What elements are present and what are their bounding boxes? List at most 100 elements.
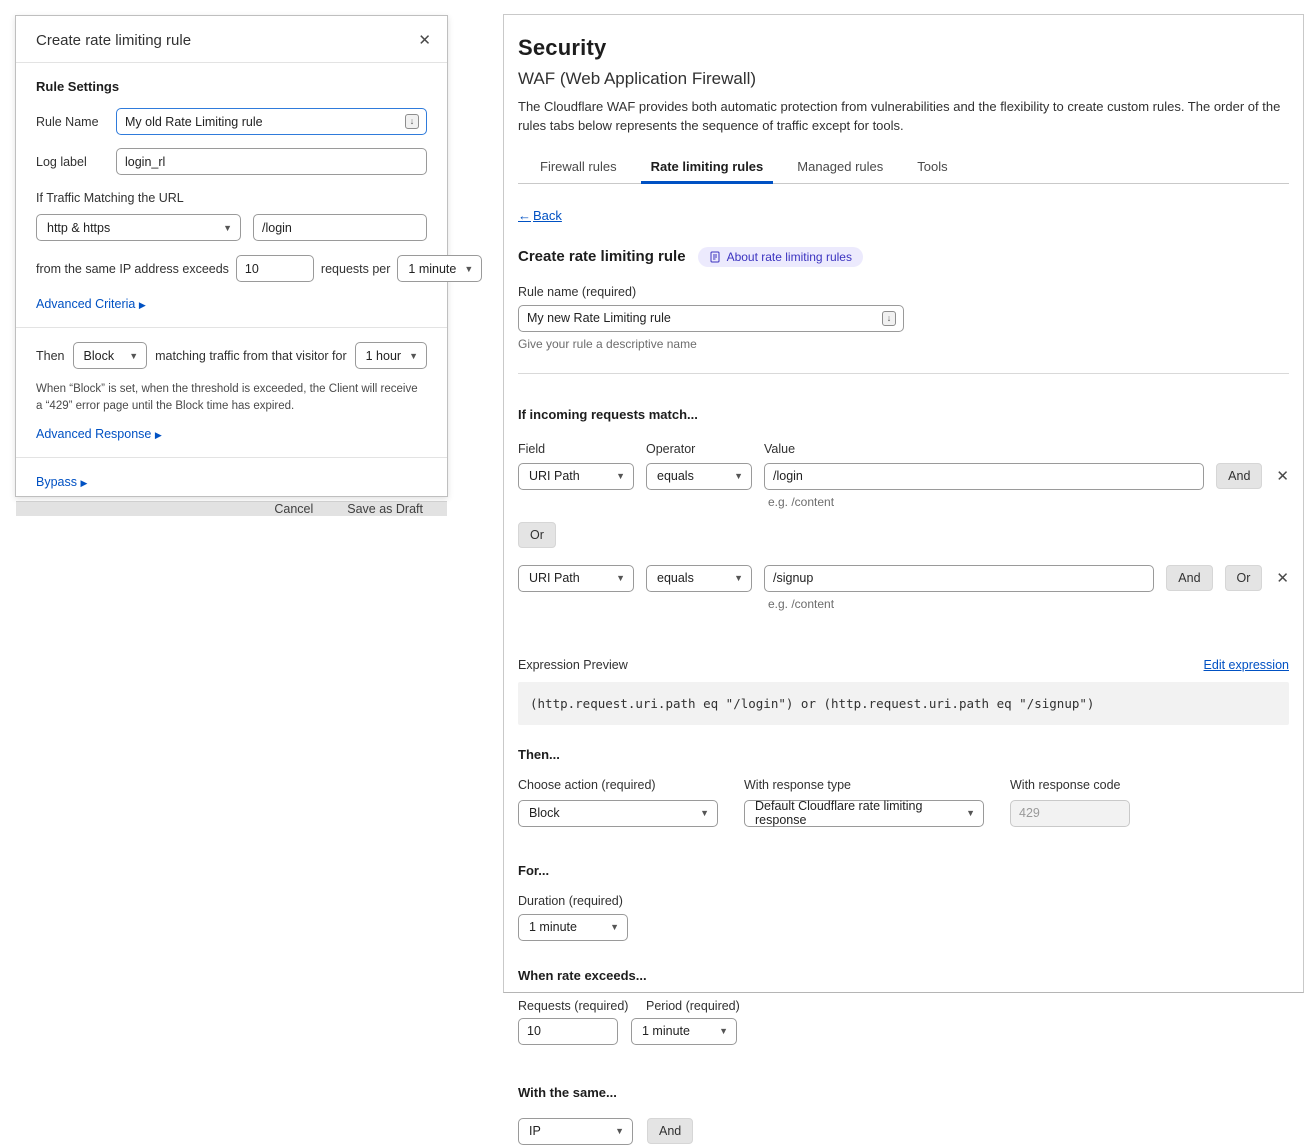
- close-icon[interactable]: ✕: [418, 31, 431, 49]
- url-input[interactable]: [253, 214, 427, 241]
- tab-managed-rules[interactable]: Managed rules: [795, 153, 885, 183]
- traffic-matching-heading: If Traffic Matching the URL: [36, 191, 427, 205]
- duration-select[interactable]: 1 minute ▼: [518, 914, 628, 941]
- operator-select[interactable]: equals ▼: [646, 565, 752, 592]
- document-icon: [709, 251, 721, 263]
- chevron-down-icon: ▼: [700, 808, 709, 818]
- chevron-down-icon: ▼: [616, 573, 625, 583]
- chevron-down-icon: ▼: [734, 471, 743, 481]
- characteristic-select[interactable]: IP ▼: [518, 1118, 633, 1145]
- threshold-input[interactable]: [236, 255, 314, 282]
- or-button[interactable]: Or: [1225, 565, 1263, 591]
- page-description: The Cloudflare WAF provides both automat…: [518, 98, 1289, 136]
- same-heading: With the same...: [518, 1085, 1289, 1100]
- then-controls: Choose action (required) Block ▼ With re…: [518, 778, 1289, 827]
- rule-name-input[interactable]: [518, 305, 904, 332]
- then-middle-text: matching traffic from that visitor for: [155, 349, 347, 363]
- log-label-input[interactable]: [116, 148, 427, 175]
- response-code-label: With response code: [1010, 778, 1130, 792]
- log-label-row: Log label: [36, 148, 427, 175]
- field-column-label: Field: [518, 442, 646, 456]
- rate-inputs: 1 minute ▼: [518, 1018, 1289, 1045]
- page-title: Security: [518, 35, 1289, 61]
- save-as-draft-button[interactable]: Save as Draft: [347, 502, 423, 516]
- period-select[interactable]: 1 minute ▼: [631, 1018, 737, 1045]
- remove-condition-icon[interactable]: ✕: [1276, 467, 1289, 485]
- triangle-right-icon: ▶: [139, 300, 146, 310]
- url-match-row: http & https ▼: [36, 214, 427, 241]
- period-select[interactable]: 1 minute ▼: [397, 255, 482, 282]
- block-duration-select[interactable]: 1 hour ▼: [355, 342, 427, 369]
- rule-name-input[interactable]: [116, 108, 427, 135]
- value-input[interactable]: [764, 463, 1204, 490]
- response-type-select[interactable]: Default Cloudflare rate limiting respons…: [744, 800, 984, 827]
- log-label-label: Log label: [36, 155, 116, 169]
- choose-action-label: Choose action (required): [518, 778, 718, 792]
- divider: [518, 373, 1289, 374]
- condition-column-labels: Field Operator Value: [518, 442, 1289, 456]
- tab-tools[interactable]: Tools: [915, 153, 949, 183]
- edit-expression-link[interactable]: Edit expression: [1204, 658, 1289, 672]
- back-arrow-icon: ←: [518, 208, 531, 223]
- tab-firewall-rules[interactable]: Firewall rules: [538, 153, 619, 183]
- condition-row: URI Path ▼ equals ▼ And ✕: [518, 463, 1289, 490]
- and-button[interactable]: And: [1166, 565, 1212, 591]
- chevron-down-icon: ▼: [734, 573, 743, 583]
- threshold-prefix-text: from the same IP address exceeds: [36, 262, 229, 276]
- field-select[interactable]: URI Path ▼: [518, 565, 634, 592]
- modal-body: Rule Settings Rule Name ↓ Log label If T…: [16, 63, 447, 501]
- back-link[interactable]: ← Back: [518, 208, 562, 223]
- triangle-right-icon: ▶: [155, 430, 162, 440]
- or-button[interactable]: Or: [518, 522, 556, 548]
- waf-tabs: Firewall rules Rate limiting rules Manag…: [518, 153, 1289, 184]
- expression-preview-label: Expression Preview: [518, 658, 628, 672]
- rule-name-row: Rule Name ↓: [36, 108, 427, 135]
- autofill-icon: ↓: [882, 311, 896, 326]
- action-select[interactable]: Block ▼: [73, 342, 148, 369]
- match-heading: If incoming requests match...: [518, 407, 1289, 422]
- value-hint: e.g. /content: [768, 597, 1289, 611]
- create-rate-limit-modal: Create rate limiting rule ✕ Rule Setting…: [15, 15, 448, 497]
- rule-settings-heading: Rule Settings: [36, 79, 427, 94]
- value-hint: e.g. /content: [768, 495, 1289, 509]
- modal-title: Create rate limiting rule: [36, 32, 191, 49]
- chevron-down-icon: ▼: [615, 1126, 624, 1136]
- operator-select[interactable]: equals ▼: [646, 463, 752, 490]
- then-heading: Then...: [518, 747, 1289, 762]
- advanced-criteria-link[interactable]: Advanced Criteria ▶: [36, 297, 146, 311]
- duration-label: Duration (required): [518, 894, 1289, 908]
- rate-labels: Requests (required) Period (required): [518, 999, 1289, 1013]
- form-title: Create rate limiting rule: [518, 248, 686, 265]
- tab-rate-limiting-rules[interactable]: Rate limiting rules: [649, 153, 766, 183]
- modal-footer: Cancel Save as Draft: [16, 501, 447, 516]
- chevron-down-icon: ▼: [409, 351, 418, 361]
- choose-action-select[interactable]: Block ▼: [518, 800, 718, 827]
- triangle-right-icon: ▶: [80, 478, 87, 488]
- rate-heading: When rate exceeds...: [518, 968, 1289, 983]
- threshold-row: from the same IP address exceeds request…: [36, 255, 427, 282]
- rule-name-hint: Give your rule a descriptive name: [518, 337, 904, 351]
- then-label: Then: [36, 349, 65, 363]
- bypass-link[interactable]: Bypass ▶: [36, 475, 87, 489]
- condition-row: URI Path ▼ equals ▼ And Or ✕: [518, 565, 1289, 592]
- operator-column-label: Operator: [646, 442, 764, 456]
- field-select[interactable]: URI Path ▼: [518, 463, 634, 490]
- and-button[interactable]: And: [1216, 463, 1262, 489]
- advanced-response-link[interactable]: Advanced Response ▶: [36, 427, 162, 441]
- chevron-down-icon: ▼: [223, 223, 232, 233]
- value-input[interactable]: [764, 565, 1154, 592]
- rule-name-label: Rule Name: [36, 115, 116, 129]
- expression-code: (http.request.uri.path eq "/login") or (…: [518, 682, 1289, 725]
- scheme-select[interactable]: http & https ▼: [36, 214, 241, 241]
- autofill-icon: ↓: [405, 114, 419, 129]
- period-label: Period (required): [646, 999, 740, 1013]
- about-rate-limiting-badge[interactable]: About rate limiting rules: [698, 247, 863, 267]
- requests-input[interactable]: [518, 1018, 618, 1045]
- cancel-button[interactable]: Cancel: [274, 502, 313, 516]
- and-button[interactable]: And: [647, 1118, 693, 1144]
- page-subtitle: WAF (Web Application Firewall): [518, 69, 1289, 89]
- rule-name-block: Rule name (required) ↓ Give your rule a …: [518, 285, 904, 351]
- remove-condition-icon[interactable]: ✕: [1276, 569, 1289, 587]
- divider: [16, 457, 447, 458]
- requests-label: Requests (required): [518, 999, 646, 1013]
